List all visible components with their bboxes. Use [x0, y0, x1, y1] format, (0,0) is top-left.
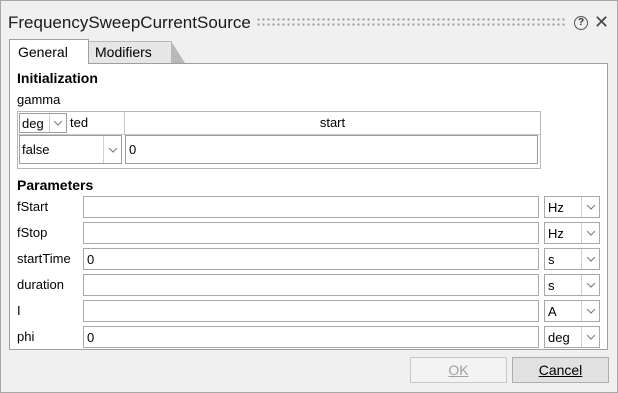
fstart-unit-select[interactable]: Hz [544, 196, 600, 218]
dialog-title: FrequencySweepCurrentSource [8, 13, 251, 32]
unit-value: deg [548, 330, 570, 345]
fixed-select-value: false [22, 142, 50, 157]
chevron-down-icon[interactable] [49, 114, 66, 132]
unit-value: Hz [548, 226, 564, 241]
param-label: I [17, 303, 21, 318]
start-value-cell[interactable]: 0 [125, 135, 538, 164]
drag-grip-handle[interactable] [256, 17, 566, 27]
fstop-unit-select[interactable]: Hz [544, 222, 600, 244]
chevron-down-icon[interactable] [581, 223, 599, 243]
fstart-input[interactable] [83, 196, 539, 218]
fixed-column-header-text: ted [70, 115, 89, 130]
starttime-unit-select[interactable]: s [544, 248, 600, 270]
duration-input[interactable] [83, 274, 539, 296]
unit-value: A [548, 304, 557, 319]
cancel-button-label: Cancel [538, 362, 583, 378]
chevron-down-icon[interactable] [581, 327, 599, 347]
param-row-starttime: startTime s [17, 248, 602, 270]
param-row-phi: phi deg [17, 326, 602, 348]
start-column-header: start [125, 112, 540, 135]
fixed-column-header: deg ted [18, 112, 125, 135]
unit-value: s [548, 278, 555, 293]
cancel-button[interactable]: Cancel [512, 357, 609, 383]
duration-unit-select[interactable]: s [544, 274, 600, 296]
param-label: startTime [17, 251, 71, 266]
chevron-down-icon[interactable] [581, 197, 599, 217]
phi-input[interactable] [83, 326, 539, 348]
parameters-heading: Parameters [17, 177, 94, 193]
param-row-duration: duration s [17, 274, 602, 296]
param-row-fstop: fStop Hz [17, 222, 602, 244]
unit-value: s [548, 252, 555, 267]
param-label: fStart [17, 199, 49, 214]
fstop-input[interactable] [83, 222, 539, 244]
i-input[interactable] [83, 300, 539, 322]
ok-button-label: OK [448, 362, 469, 378]
unit-value: Hz [548, 200, 564, 215]
tab-modifiers[interactable]: Modifiers [86, 41, 185, 63]
gamma-unit-value: deg [22, 116, 44, 131]
gamma-unit-select[interactable]: deg [19, 113, 67, 133]
chevron-down-icon[interactable] [581, 301, 599, 321]
tab-general[interactable]: General [9, 39, 89, 64]
chevron-down-icon[interactable] [581, 275, 599, 295]
starttime-input[interactable] [83, 248, 539, 270]
chevron-down-icon[interactable] [103, 136, 121, 163]
param-label: phi [17, 329, 35, 344]
chevron-down-icon[interactable] [581, 249, 599, 269]
initialization-heading: Initialization [17, 70, 98, 86]
close-x-icon[interactable]: ✕ [594, 12, 609, 32]
fixed-select[interactable]: false [19, 135, 122, 164]
ok-button[interactable]: OK [410, 357, 507, 383]
param-row-i: I A [17, 300, 602, 322]
phi-unit-select[interactable]: deg [544, 326, 600, 348]
question-circle-icon[interactable]: ? [574, 16, 588, 30]
param-row-fstart: fStart Hz [17, 196, 602, 218]
gamma-init-grid: deg ted start false 0 [17, 111, 541, 169]
start-value: 0 [129, 142, 137, 157]
param-label: duration [17, 277, 64, 292]
gamma-label: gamma [17, 92, 61, 107]
param-label: fStop [17, 225, 48, 240]
i-unit-select[interactable]: A [544, 300, 600, 322]
